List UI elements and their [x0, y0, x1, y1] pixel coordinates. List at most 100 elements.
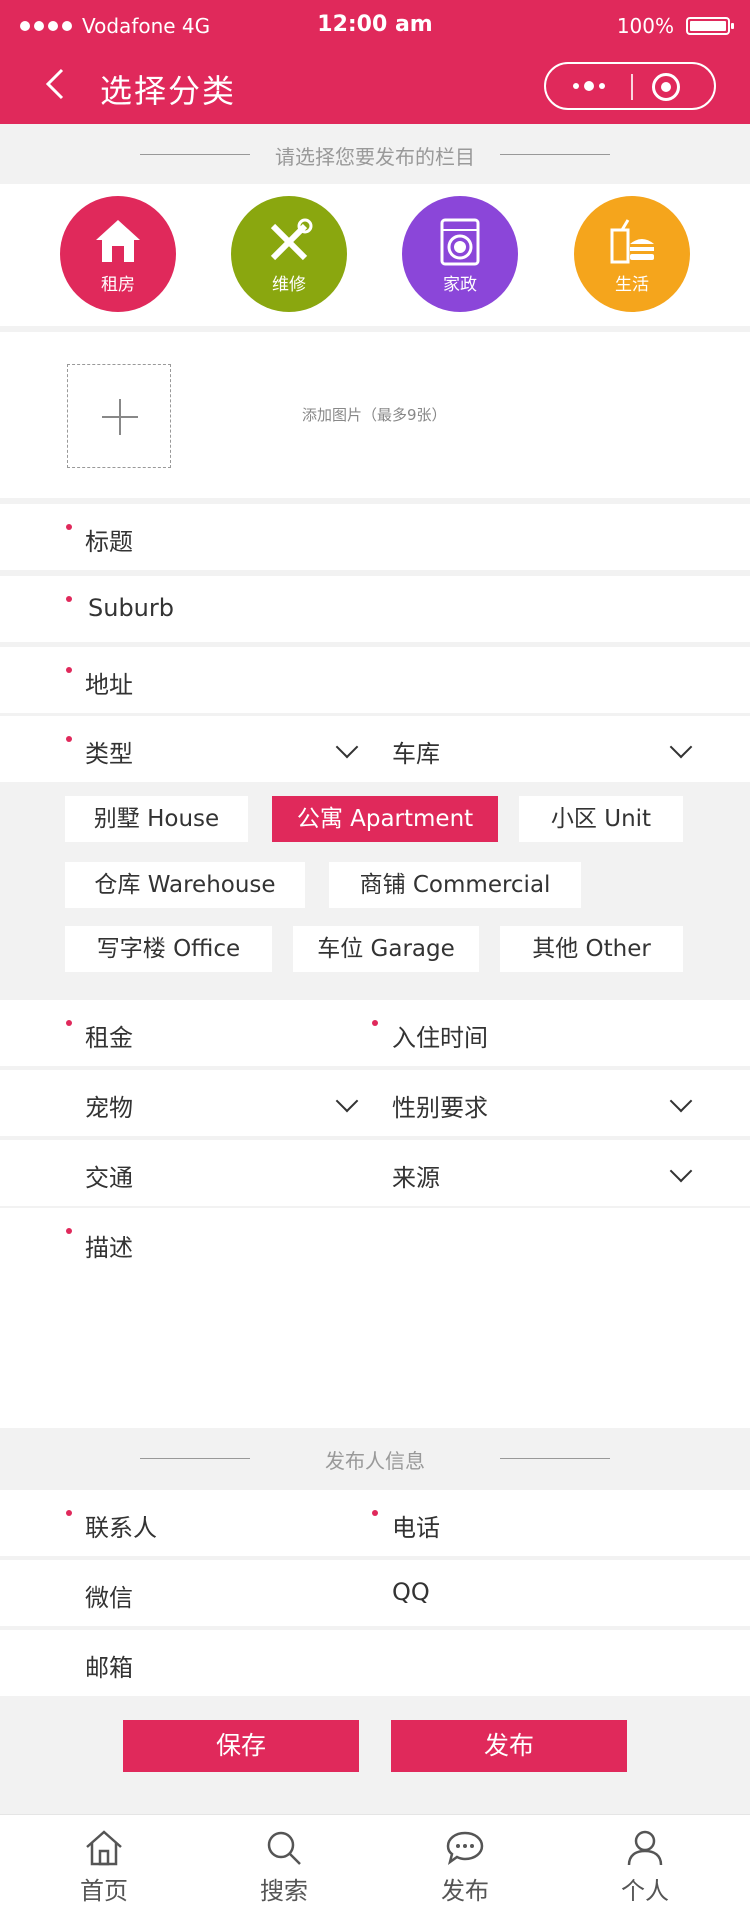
- capsule-menu: [544, 62, 716, 110]
- suburb-field[interactable]: Suburb: [0, 576, 750, 642]
- chevron-down-icon[interactable]: [336, 741, 358, 763]
- required-dot: [372, 1510, 378, 1516]
- navbar: 选择分类: [0, 56, 750, 116]
- category-life-label: 生活: [615, 275, 649, 295]
- category-rent[interactable]: 租房: [60, 196, 176, 312]
- rent-movein-row: 租金 入住时间: [0, 1000, 750, 1066]
- category-list: 租房 维修 家政 生活: [0, 184, 750, 326]
- chevron-down-icon[interactable]: [670, 1095, 692, 1117]
- gender-select[interactable]: 性别要求: [392, 1088, 488, 1123]
- tab-profile[interactable]: 个人: [595, 1829, 695, 1906]
- image-upload-section: 添加图片（最多9张）: [0, 332, 750, 498]
- chip-other[interactable]: 其他 Other: [500, 926, 683, 972]
- chevron-down-icon[interactable]: [670, 741, 692, 763]
- rent-field[interactable]: 租金: [85, 1018, 133, 1053]
- transport-source-row: 交通 来源: [0, 1140, 750, 1206]
- title-field[interactable]: 标题: [0, 504, 750, 570]
- required-dot: [66, 1228, 72, 1234]
- required-dot: [66, 667, 72, 673]
- category-repair[interactable]: 维修: [231, 196, 347, 312]
- status-bar: Vodafone 4G 12:00 am 100%: [0, 10, 750, 40]
- wechat-field[interactable]: 微信: [85, 1578, 133, 1613]
- required-dot: [66, 524, 72, 530]
- chevron-left-icon: [45, 68, 64, 100]
- qq-field[interactable]: QQ: [392, 1578, 430, 1606]
- type-garage-row: 类型 车库: [0, 716, 750, 782]
- category-life[interactable]: 生活: [574, 196, 690, 312]
- type-select[interactable]: 类型: [85, 734, 133, 769]
- required-dot: [66, 596, 72, 602]
- tab-bar: 首页 搜索 发布 个人: [0, 1814, 750, 1927]
- chip-office[interactable]: 写字楼 Office: [65, 926, 272, 972]
- category-rent-label: 租房: [101, 275, 135, 295]
- user-icon: [627, 1830, 663, 1866]
- transport-field[interactable]: 交通: [85, 1158, 133, 1193]
- capsule-divider: [631, 74, 633, 100]
- category-housekeeping[interactable]: 家政: [402, 196, 518, 312]
- back-button[interactable]: [40, 64, 70, 104]
- chip-garage[interactable]: 车位 Garage: [293, 926, 479, 972]
- phone-field[interactable]: 电话: [392, 1508, 440, 1543]
- email-label: 邮箱: [85, 1654, 133, 1682]
- chip-commercial[interactable]: 商铺 Commercial: [329, 862, 581, 908]
- required-dot: [66, 1510, 72, 1516]
- contact-name-field[interactable]: 联系人: [85, 1508, 157, 1543]
- tab-home-label: 首页: [80, 1877, 128, 1905]
- wechat-qq-row: 微信 QQ: [0, 1560, 750, 1626]
- address-label: 地址: [85, 671, 133, 699]
- more-icon[interactable]: [564, 76, 614, 96]
- add-image-button[interactable]: [67, 364, 171, 468]
- upload-hint: 添加图片（最多9张）: [302, 406, 447, 424]
- food-icon: [610, 219, 654, 264]
- required-dot: [372, 1020, 378, 1026]
- description-field[interactable]: 描述: [0, 1208, 750, 1428]
- section-publisher-label: 发布人信息: [325, 1449, 425, 1473]
- address-field[interactable]: 地址: [0, 647, 750, 713]
- required-dot: [66, 1020, 72, 1026]
- tab-profile-label: 个人: [621, 1877, 669, 1905]
- washing-machine-icon: [440, 218, 480, 266]
- chip-unit[interactable]: 小区 Unit: [519, 796, 683, 842]
- description-label: 描述: [85, 1234, 133, 1262]
- chevron-down-icon[interactable]: [336, 1095, 358, 1117]
- close-target-icon[interactable]: [652, 73, 680, 101]
- property-type-chips: 别墅 House 公寓 Apartment 小区 Unit 仓库 Warehou…: [0, 782, 750, 996]
- chip-apartment[interactable]: 公寓 Apartment: [272, 796, 498, 842]
- garage-select[interactable]: 车库: [392, 734, 440, 769]
- email-field[interactable]: 邮箱: [0, 1630, 750, 1696]
- battery-icon: [686, 17, 734, 35]
- action-bar: 保存 发布: [0, 1698, 750, 1814]
- chat-icon: [446, 1831, 484, 1865]
- status-right: 100%: [616, 14, 734, 38]
- move-in-field[interactable]: 入住时间: [392, 1018, 488, 1053]
- tab-publish[interactable]: 发布: [415, 1829, 515, 1906]
- home-icon: [86, 1830, 122, 1866]
- chip-house[interactable]: 别墅 House: [65, 796, 248, 842]
- contact-phone-row: 联系人 电话: [0, 1490, 750, 1556]
- battery-text: 100%: [616, 14, 674, 38]
- header: Vodafone 4G 12:00 am 100% 选择分类: [0, 0, 750, 124]
- required-dot: [66, 736, 72, 742]
- save-button[interactable]: 保存: [123, 1720, 359, 1772]
- section-choose-label: 请选择您要发布的栏目: [275, 145, 475, 169]
- category-repair-label: 维修: [272, 275, 306, 295]
- section-divider-publisher: 发布人信息: [0, 1428, 750, 1488]
- chevron-down-icon[interactable]: [670, 1165, 692, 1187]
- suburb-label: Suburb: [88, 594, 174, 622]
- search-icon: [267, 1831, 301, 1865]
- category-housekeeping-label: 家政: [443, 275, 477, 295]
- page-title: 选择分类: [100, 72, 237, 110]
- chip-warehouse[interactable]: 仓库 Warehouse: [65, 862, 305, 908]
- title-label: 标题: [85, 528, 133, 556]
- tab-publish-label: 发布: [441, 1877, 489, 1905]
- publish-button[interactable]: 发布: [391, 1720, 627, 1772]
- house-icon: [96, 220, 140, 262]
- pets-select[interactable]: 宠物: [85, 1088, 133, 1123]
- pets-gender-row: 宠物 性别要求: [0, 1070, 750, 1136]
- section-divider-choose: 请选择您要发布的栏目: [0, 124, 750, 184]
- tab-search-label: 搜索: [260, 1877, 308, 1905]
- tools-icon: [270, 218, 313, 261]
- tab-home[interactable]: 首页: [54, 1829, 154, 1906]
- tab-search[interactable]: 搜索: [234, 1829, 334, 1906]
- source-select[interactable]: 来源: [392, 1158, 440, 1193]
